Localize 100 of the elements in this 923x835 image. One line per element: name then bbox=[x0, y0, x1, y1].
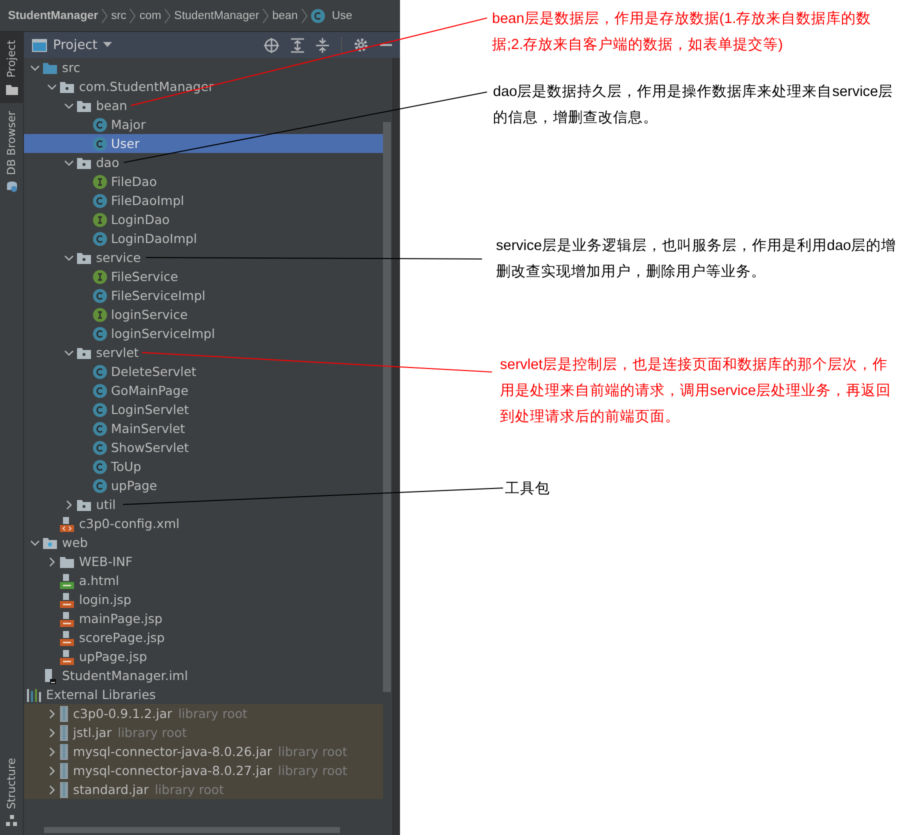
tree-item[interactable]: ToUp bbox=[24, 457, 383, 476]
tree-item[interactable]: upPage bbox=[24, 476, 383, 495]
tree-item[interactable]: LoginServlet bbox=[24, 400, 383, 419]
tree-item[interactable]: FileDao bbox=[24, 172, 383, 191]
class-icon bbox=[93, 194, 107, 208]
tree-item[interactable]: service bbox=[24, 248, 383, 267]
chevron-down-icon[interactable] bbox=[64, 348, 74, 358]
source-folder-icon bbox=[42, 60, 58, 74]
tree-item[interactable]: LoginDao bbox=[24, 210, 383, 229]
tree-item[interactable]: src bbox=[24, 58, 383, 77]
chevron-right-icon[interactable] bbox=[47, 708, 57, 718]
chevron-down-icon[interactable] bbox=[30, 62, 40, 72]
annotation-text: bean层是数据层，作用是存放数据(1.存放来自数据库的数据;2.存放来自客户端的数据，如表单提交等) bbox=[492, 10, 872, 55]
breadcrumb-item[interactable]: bean bbox=[272, 10, 298, 22]
chevron-down-icon[interactable] bbox=[30, 538, 40, 548]
tree-item[interactable]: scorePage.jsp bbox=[24, 628, 383, 647]
library-root-label: library root bbox=[118, 725, 187, 740]
tree-item[interactable]: servlet bbox=[24, 343, 383, 362]
class-icon bbox=[93, 232, 107, 246]
tree-item[interactable]: bean bbox=[24, 96, 383, 115]
breadcrumb-separator-icon bbox=[164, 8, 172, 24]
jar-icon bbox=[59, 706, 69, 722]
tree-item[interactable]: mainPage.jsp bbox=[24, 609, 383, 628]
tree-item[interactable]: Major bbox=[24, 115, 383, 134]
class-icon bbox=[93, 326, 107, 340]
expand-all-icon[interactable] bbox=[291, 38, 304, 52]
tree-item[interactable]: loginServiceImpl bbox=[24, 324, 383, 343]
chevron-right-icon[interactable] bbox=[47, 784, 57, 794]
tree-item[interactable]: standard.jar library root bbox=[24, 780, 383, 799]
class-icon bbox=[93, 460, 107, 474]
chevron-right-icon[interactable] bbox=[47, 746, 57, 756]
library-root-label: library root bbox=[154, 782, 224, 797]
tree-item[interactable]: mysql-connector-java-8.0.26.jar library root bbox=[24, 742, 383, 761]
chevron-right-icon[interactable] bbox=[47, 766, 57, 776]
tree-item[interactable]: mysql-connector-java-8.0.27.jar library root bbox=[24, 761, 383, 780]
chevron-down-icon[interactable] bbox=[64, 100, 74, 110]
tree-item[interactable]: DeleteServlet bbox=[24, 362, 383, 381]
settings-icon[interactable] bbox=[354, 38, 368, 52]
interface-icon bbox=[93, 174, 107, 188]
web-folder-icon bbox=[42, 536, 58, 550]
tree-item[interactable]: a.html bbox=[24, 571, 383, 590]
tree-item[interactable]: c3p0-0.9.1.2.jar library root bbox=[24, 704, 383, 723]
package-folder-icon bbox=[76, 498, 92, 512]
breadcrumb-item[interactable]: src bbox=[111, 10, 126, 22]
class-icon bbox=[93, 118, 107, 132]
jar-icon bbox=[59, 724, 69, 740]
interface-icon bbox=[93, 270, 107, 284]
class-icon bbox=[93, 478, 107, 492]
annotation-text: service层是业务逻辑层，也叫服务层，作用是利用dao层的增删改查实现增加用户，删除用户等业务。 bbox=[496, 237, 898, 282]
chevron-right-icon[interactable] bbox=[47, 728, 57, 738]
tree-item[interactable]: util bbox=[24, 495, 383, 514]
libraries-icon bbox=[26, 688, 42, 702]
chevron-right-icon[interactable] bbox=[47, 556, 57, 566]
tool-window-tab[interactable]: DB Browser bbox=[0, 102, 23, 201]
vertical-scrollbar[interactable] bbox=[383, 122, 391, 692]
minimize-icon[interactable] bbox=[380, 44, 392, 46]
panel-title[interactable]: Project bbox=[53, 38, 98, 52]
folder-icon bbox=[59, 554, 75, 568]
tree-item[interactable]: FileServiceImpl bbox=[24, 286, 383, 305]
tree-item[interactable]: ShowServlet bbox=[24, 438, 383, 457]
class-icon bbox=[310, 8, 325, 22]
tree-item[interactable]: login.jsp bbox=[24, 590, 383, 609]
breadcrumb-item[interactable]: Use bbox=[332, 10, 352, 22]
tree-item[interactable]: External Libraries bbox=[24, 685, 383, 704]
locate-icon[interactable] bbox=[264, 38, 279, 52]
tree-item[interactable]: dao bbox=[24, 153, 383, 172]
interface-icon bbox=[93, 212, 107, 226]
tree-item[interactable]: FileDaoImpl bbox=[24, 191, 383, 210]
library-root-label: library root bbox=[278, 763, 348, 778]
package-folder-icon bbox=[76, 98, 92, 112]
breadcrumb-separator-icon bbox=[101, 8, 108, 24]
tree-item[interactable]: web bbox=[24, 533, 383, 552]
tree-item[interactable]: WEB-INF bbox=[24, 552, 383, 571]
tree-item[interactable]: User bbox=[24, 134, 383, 153]
class-icon bbox=[93, 402, 107, 416]
tree-item[interactable]: LoginDaoImpl bbox=[24, 229, 383, 248]
breadcrumb-item[interactable]: StudentManager bbox=[8, 10, 98, 22]
tool-window-tab[interactable]: Project bbox=[0, 32, 23, 103]
class-icon bbox=[93, 384, 107, 398]
breadcrumb-item[interactable]: StudentManager bbox=[174, 10, 260, 22]
tree-item[interactable]: c3p0-config.xml bbox=[24, 514, 383, 533]
tree-item[interactable]: MainServlet bbox=[24, 419, 383, 438]
horizontal-scrollbar[interactable] bbox=[44, 827, 340, 833]
chevron-down-icon[interactable] bbox=[64, 252, 74, 262]
chevron-right-icon[interactable] bbox=[64, 500, 74, 510]
tree-item[interactable]: loginService bbox=[24, 305, 383, 324]
chevron-down-icon[interactable] bbox=[47, 82, 57, 92]
tool-window-tab[interactable]: Structure bbox=[0, 750, 23, 835]
breadcrumb-item[interactable]: com bbox=[139, 10, 162, 22]
annotation-text: dao层是数据持久层，作用是操作数据库来处理来自service层的信息，增删查改信息。 bbox=[493, 82, 894, 128]
breadcrumb-separator-icon bbox=[129, 8, 136, 24]
tree-item[interactable]: upPage.jsp bbox=[24, 647, 383, 666]
collapse-all-icon[interactable] bbox=[316, 38, 329, 52]
tree-item[interactable]: jstl.jar library root bbox=[24, 723, 383, 742]
tree-item[interactable]: FileService bbox=[24, 267, 383, 286]
library-root-label: library root bbox=[278, 744, 348, 759]
tree-item[interactable]: GoMainPage bbox=[24, 381, 383, 400]
dropdown-caret-icon[interactable] bbox=[103, 42, 112, 48]
tree-item[interactable]: StudentManager.iml bbox=[24, 666, 383, 685]
chevron-down-icon[interactable] bbox=[64, 158, 74, 168]
